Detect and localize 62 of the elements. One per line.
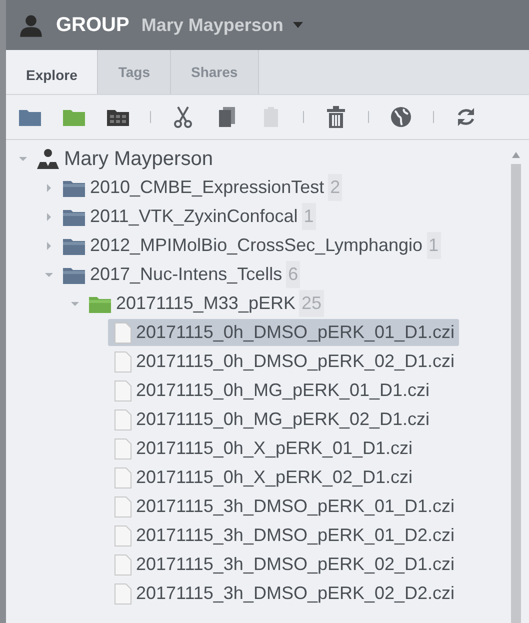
tree-item[interactable]: 20171115_0h_X_pERK_02_D1.czi: [108, 464, 417, 491]
scroll-up-icon[interactable]: [512, 152, 520, 158]
item-name: 20171115_3h_DMSO_pERK_01_D1.czi: [136, 495, 455, 518]
item-name: 20171115_0h_DMSO_pERK_02_D1.czi: [136, 350, 455, 373]
expand-arrow-icon[interactable]: [45, 212, 53, 220]
globe-icon[interactable]: [389, 105, 413, 129]
trash-icon[interactable]: [324, 105, 348, 129]
item-name: 20171115_M33_pERK: [116, 292, 296, 315]
user-icon: [36, 148, 60, 170]
item-name: Mary Mayperson: [64, 146, 213, 172]
tree-item[interactable]: 20171115_3h_DMSO_pERK_02_D1.czi: [108, 551, 459, 578]
item-count: 6: [286, 261, 300, 288]
tree-item[interactable]: 20171115_3h_DMSO_pERK_01_D1.czi: [108, 493, 459, 520]
collapse-arrow-icon[interactable]: [71, 300, 79, 308]
tree-item[interactable]: 20171115_0h_DMSO_pERK_01_D1.czi: [108, 319, 459, 346]
item-count: 1: [302, 203, 316, 230]
tree-item[interactable]: 2017_Nuc-Intens_Tcells 6: [56, 261, 304, 288]
item-name: 20171115_3h_DMSO_pERK_02_D1.czi: [136, 553, 455, 576]
file-icon: [114, 554, 132, 576]
scissors-icon[interactable]: [171, 105, 195, 129]
tree-item[interactable]: 2011_VTK_ZyxinConfocal 1: [56, 203, 320, 230]
file-icon: [114, 350, 132, 372]
file-icon: [114, 380, 132, 402]
item-name: 20171115_0h_X_pERK_02_D1.czi: [136, 466, 413, 489]
tree-item[interactable]: Mary Mayperson: [30, 145, 217, 172]
tree-item[interactable]: 20171115_0h_DMSO_pERK_02_D1.czi: [108, 348, 459, 375]
file-icon: [114, 322, 132, 344]
item-count: 2: [328, 174, 342, 201]
group-label: GROUP: [56, 13, 130, 38]
item-name: 2017_Nuc-Intens_Tcells: [90, 263, 282, 286]
scrollbar-thumb[interactable]: [511, 164, 521, 623]
collapse-arrow-icon[interactable]: [45, 270, 53, 278]
item-count: 25: [299, 290, 324, 317]
item-name: 20171115_0h_MG_pERK_01_D1.czi: [136, 379, 430, 402]
item-count: 1: [426, 232, 441, 259]
file-icon: [114, 438, 132, 460]
file-icon: [114, 524, 132, 546]
tree-item[interactable]: 2012_MPIMolBio_CrossSec_Lymphangio 1: [56, 232, 445, 259]
tab[interactable]: Explore: [6, 50, 98, 94]
tree-item[interactable]: 20171115_0h_MG_pERK_01_D1.czi: [108, 377, 434, 404]
tree-item[interactable]: 2010_CMBE_ExpressionTest 2: [56, 174, 346, 201]
caret-icon: [293, 22, 304, 28]
expand-arrow-icon[interactable]: [45, 184, 53, 192]
file-icon: [114, 408, 132, 430]
tree-item[interactable]: 20171115_3h_DMSO_pERK_02_D2.czi: [108, 580, 459, 607]
tree-item[interactable]: 20171115_0h_MG_pERK_02_D1.czi: [108, 406, 434, 433]
tree-item[interactable]: 20171115_M33_pERK 25: [82, 290, 328, 317]
file-icon: [114, 582, 132, 604]
collapse-arrow-icon[interactable]: [19, 154, 27, 162]
item-name: 20171115_0h_X_pERK_01_D1.czi: [136, 437, 413, 460]
tree-item[interactable]: 20171115_3h_DMSO_pERK_01_D2.czi: [108, 522, 459, 549]
item-name: 20171115_3h_DMSO_pERK_02_D2.czi: [136, 582, 455, 605]
item-name: 20171115_0h_MG_pERK_02_D1.czi: [136, 408, 430, 431]
item-name: 2012_MPIMolBio_CrossSec_Lymphangio: [90, 234, 423, 257]
file-icon: [114, 496, 132, 518]
item-name: 20171115_0h_DMSO_pERK_01_D1.czi: [136, 321, 455, 344]
item-name: 2011_VTK_ZyxinConfocal: [90, 205, 298, 228]
item-name: 2010_CMBE_ExpressionTest: [90, 176, 324, 199]
file-icon: [114, 466, 132, 488]
item-name: 20171115_3h_DMSO_pERK_01_D2.czi: [136, 524, 455, 547]
tree-item[interactable]: 20171115_0h_X_pERK_01_D1.czi: [108, 435, 417, 462]
expand-arrow-icon[interactable]: [45, 242, 53, 250]
